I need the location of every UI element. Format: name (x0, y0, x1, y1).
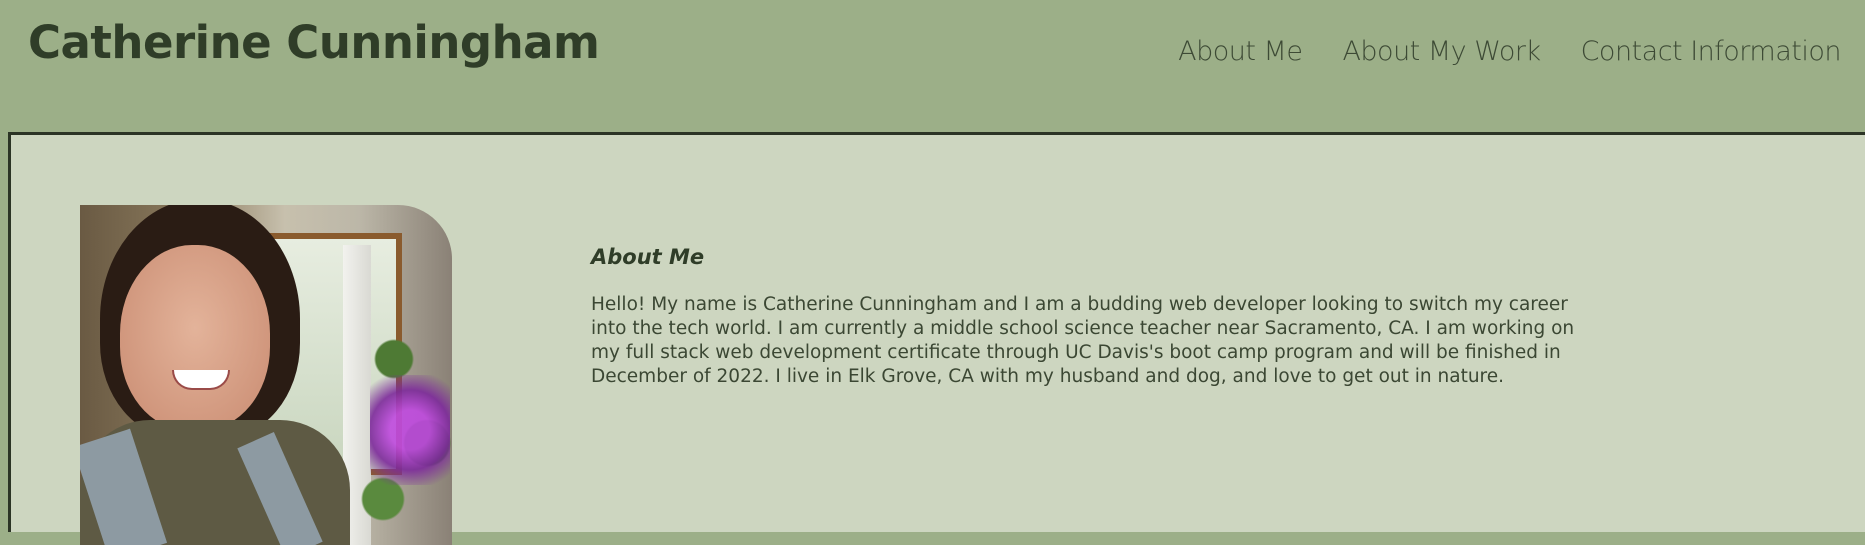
site-title: Catherine Cunningham (28, 16, 600, 69)
nav-link-about-me[interactable]: About Me (1178, 36, 1303, 67)
about-heading: About Me (591, 245, 705, 269)
main-nav: About Me About My Work Contact Informati… (1178, 36, 1841, 67)
profile-photo (80, 205, 452, 545)
about-paragraph: Hello! My name is Catherine Cunningham a… (591, 294, 1575, 387)
nav-link-about-my-work[interactable]: About My Work (1342, 36, 1541, 67)
about-section: About Me Hello! My name is Catherine Cun… (8, 132, 1865, 545)
nav-link-contact-information[interactable]: Contact Information (1581, 36, 1842, 67)
site-header: Catherine Cunningham About Me About My W… (0, 0, 1865, 132)
